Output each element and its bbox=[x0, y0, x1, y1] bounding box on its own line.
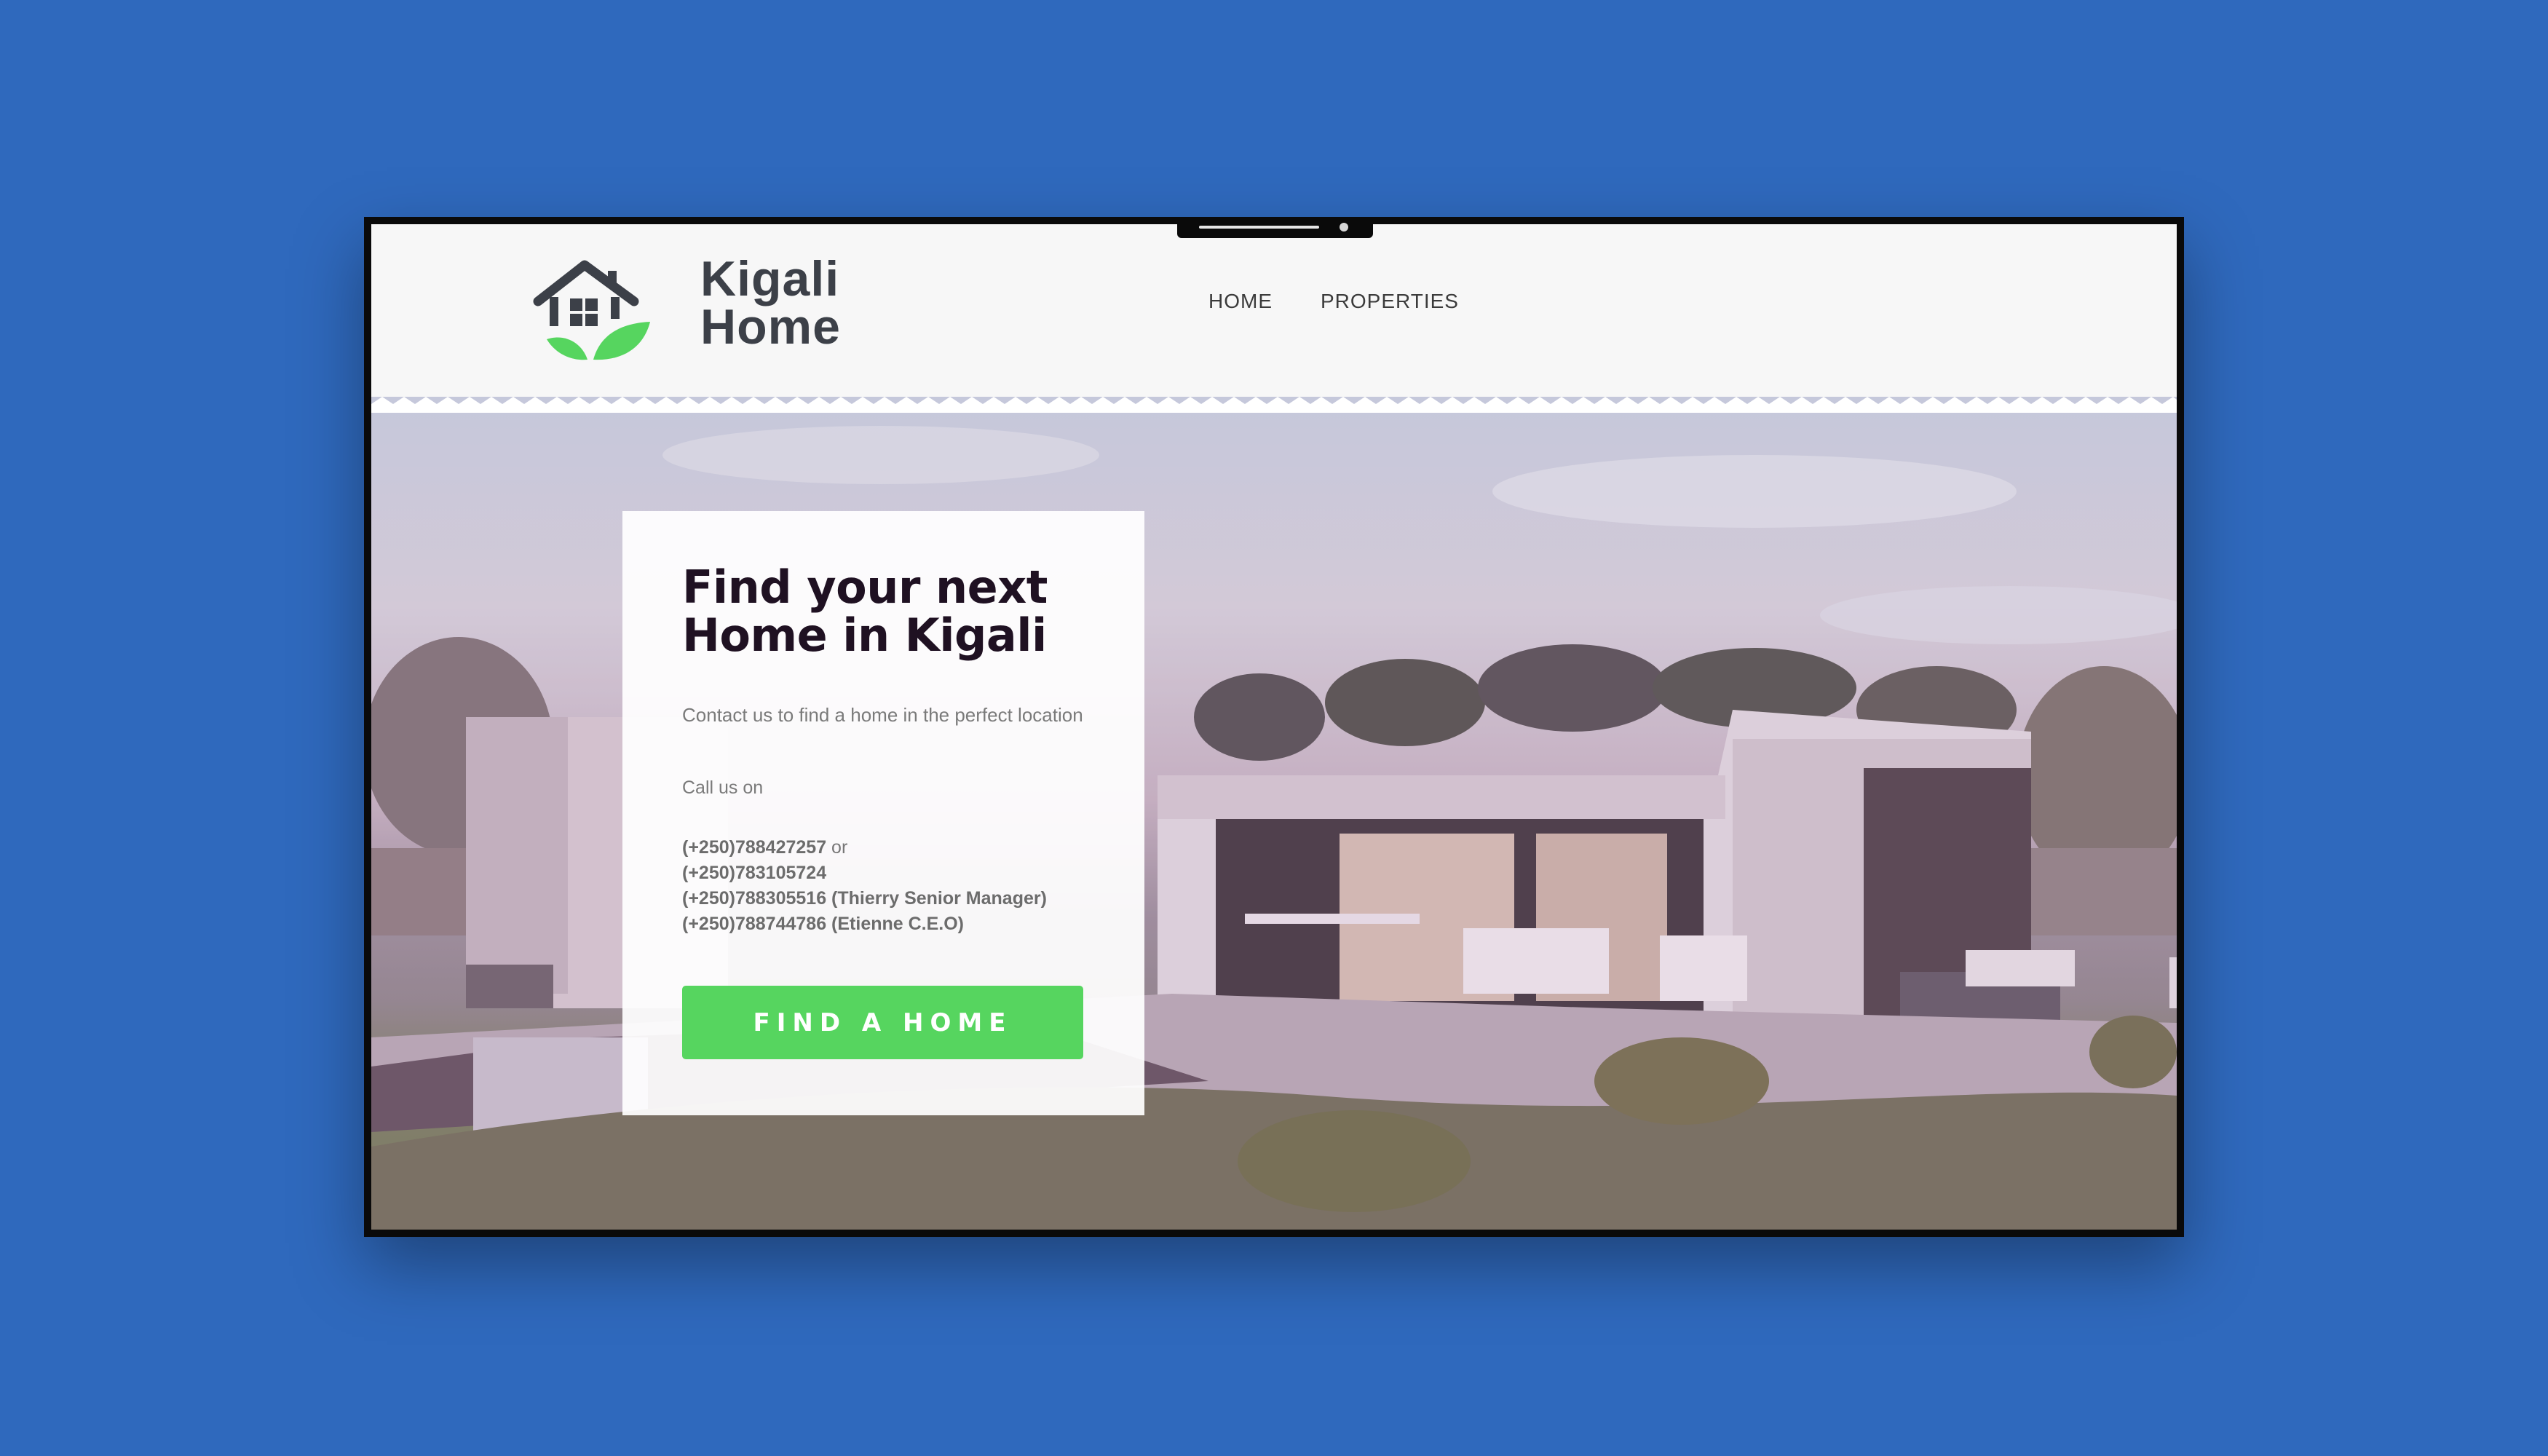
phone-item[interactable]: (+250)788744786 (Etienne C.E.O) bbox=[682, 911, 1085, 937]
hero-title: Find your next Home in Kigali bbox=[682, 563, 1085, 660]
nav-properties[interactable]: PROPERTIES bbox=[1321, 290, 1459, 313]
phone-number: (+250)788427257 bbox=[682, 837, 827, 858]
screen: Kigali Home HOME PROPERTIES Find your ne… bbox=[371, 224, 2177, 1230]
brand-line-2: Home bbox=[700, 299, 841, 355]
house-with-leaves-icon[interactable] bbox=[528, 253, 655, 370]
phone-number: (+250)783105724 bbox=[682, 863, 827, 883]
zigzag-divider bbox=[371, 397, 2177, 413]
main-nav: HOME PROPERTIES bbox=[1208, 290, 1459, 313]
find-home-button[interactable]: FIND A HOME bbox=[682, 986, 1083, 1059]
monitor-notch bbox=[1177, 217, 1373, 238]
call-label: Call us on bbox=[682, 778, 764, 798]
hero-title-line-1: Find your next bbox=[682, 561, 1048, 614]
site-header: Kigali Home HOME PROPERTIES bbox=[371, 224, 2177, 397]
monitor-frame: Kigali Home HOME PROPERTIES Find your ne… bbox=[364, 217, 2184, 1237]
nav-home[interactable]: HOME bbox=[1208, 290, 1273, 313]
phone-item[interactable]: (+250)788305516 (Thierry Senior Manager) bbox=[682, 886, 1085, 911]
brand-line-1: Kigali bbox=[700, 251, 840, 306]
phone-item[interactable]: (+250)783105724 bbox=[682, 860, 1085, 886]
phone-item[interactable]: (+250)788427257 or bbox=[682, 835, 1085, 860]
phone-list: (+250)788427257 or (+250)783105724 (+250… bbox=[682, 835, 1085, 937]
phone-number: (+250)788744786 (Etienne C.E.O) bbox=[682, 914, 964, 934]
notch-bar bbox=[1199, 226, 1319, 229]
camera-icon bbox=[1340, 223, 1348, 232]
phone-suffix: or bbox=[826, 837, 848, 858]
hero-title-line-2: Home in Kigali bbox=[682, 609, 1047, 662]
phone-number: (+250)788305516 (Thierry Senior Manager) bbox=[682, 888, 1047, 909]
brand-name[interactable]: Kigali Home bbox=[700, 251, 841, 355]
hero-section: Find your next Home in Kigali Contact us… bbox=[371, 397, 2177, 1230]
hero-subtitle: Contact us to find a home in the perfect… bbox=[682, 704, 1083, 726]
hero-card: Find your next Home in Kigali Contact us… bbox=[622, 511, 1144, 1115]
